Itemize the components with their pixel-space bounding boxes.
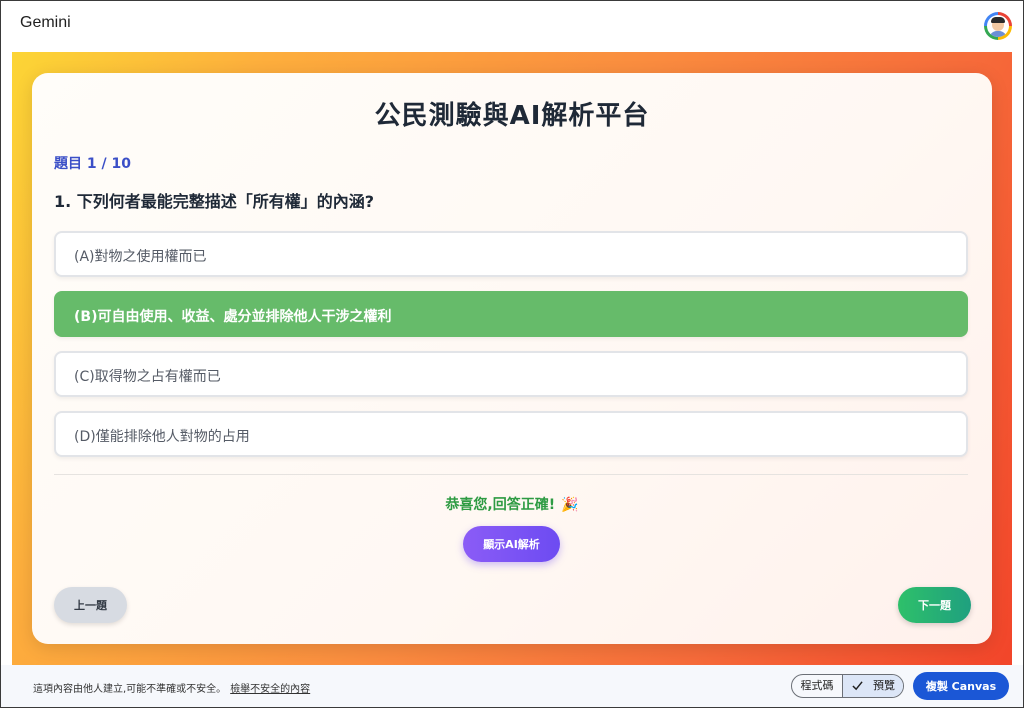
previous-question-button[interactable]: 上一題 xyxy=(54,587,127,623)
disclaimer-text: 這項內容由他人建立,可能不準確或不安全。 xyxy=(33,684,227,695)
next-question-button[interactable]: 下一題 xyxy=(898,587,971,623)
divider xyxy=(54,474,968,475)
avatar-image xyxy=(987,15,1009,37)
preview-tab[interactable]: 預覽 xyxy=(842,675,903,697)
preview-label: 預覽 xyxy=(873,679,895,692)
avatar-shirt xyxy=(989,31,1007,37)
party-popper-icon: 🎉 xyxy=(561,497,579,513)
option-label: (C)取得物之占有權而已 xyxy=(74,369,221,385)
option-c[interactable]: (C)取得物之占有權而已 xyxy=(54,351,968,397)
option-label: (A)對物之使用權而已 xyxy=(74,249,207,265)
option-label: (D)僅能排除他人對物的占用 xyxy=(74,429,250,445)
check-icon xyxy=(852,681,863,691)
user-avatar[interactable] xyxy=(984,12,1012,40)
question-counter: 題目 1 / 10 xyxy=(54,156,131,172)
feedback-message: 恭喜您,回答正確! 🎉 xyxy=(32,494,992,514)
disclaimer: 這項內容由他人建立,可能不準確或不安全。 檢舉不安全的內容 xyxy=(33,680,310,695)
copy-canvas-button[interactable]: 複製 Canvas xyxy=(913,672,1009,700)
quiz-card: 公民測驗與AI解析平台 題目 1 / 10 1. 下列何者最能完整描述「所有權」… xyxy=(32,73,992,644)
question-text: 1. 下列何者最能完整描述「所有權」的內涵? xyxy=(54,192,375,211)
option-label: (B)可自由使用、收益、處分並排除他人干涉之權利 xyxy=(74,309,392,325)
page-title: 公民測驗與AI解析平台 xyxy=(374,101,650,131)
report-unsafe-link[interactable]: 檢舉不安全的內容 xyxy=(230,684,310,695)
app-brand[interactable]: Gemini xyxy=(20,14,71,32)
top-bar: Gemini xyxy=(0,0,1024,52)
show-ai-analysis-button[interactable]: 顯示AI解析 xyxy=(463,526,560,562)
code-tab[interactable]: 程式碼 xyxy=(792,675,842,697)
view-toggle: 程式碼 預覽 xyxy=(791,674,904,698)
canvas-footer: 這項內容由他人建立,可能不準確或不安全。 檢舉不安全的內容 程式碼 預覽 複製 C… xyxy=(0,665,1024,708)
feedback-text: 恭喜您,回答正確! xyxy=(445,497,556,513)
canvas-preview: 公民測驗與AI解析平台 題目 1 / 10 1. 下列何者最能完整描述「所有權」… xyxy=(12,52,1012,665)
avatar-hair xyxy=(991,17,1005,23)
option-d[interactable]: (D)僅能排除他人對物的占用 xyxy=(54,411,968,457)
option-b[interactable]: (B)可自由使用、收益、處分並排除他人干涉之權利 xyxy=(54,291,968,337)
option-a[interactable]: (A)對物之使用權而已 xyxy=(54,231,968,277)
